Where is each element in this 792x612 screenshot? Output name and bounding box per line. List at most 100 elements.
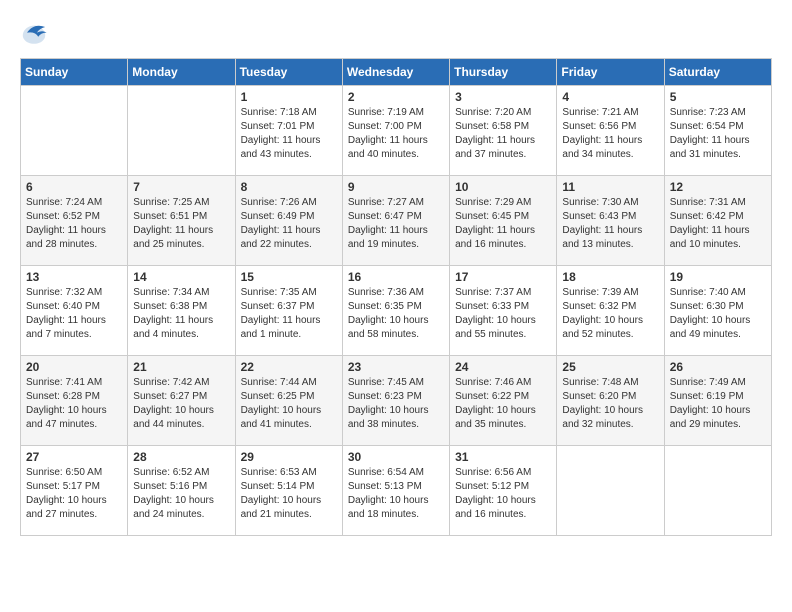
calendar-cell: 30 Sunrise: 6:54 AM Sunset: 5:13 PM Dayli… xyxy=(342,446,449,536)
day-number: 23 xyxy=(348,360,444,374)
week-row-1: 1 Sunrise: 7:18 AM Sunset: 7:01 PM Daylig… xyxy=(21,86,772,176)
day-number: 9 xyxy=(348,180,444,194)
day-content: Sunrise: 7:19 AM Sunset: 7:00 PM Dayligh… xyxy=(348,106,444,162)
calendar-cell: 3Sunrise: 7:20 AM Sunset: 6:58 PM Daylig… xyxy=(450,86,557,176)
day-number: 4 xyxy=(562,90,658,104)
day-number: 13 xyxy=(26,270,122,284)
calendar-cell: 31 Sunrise: 6:56 AM Sunset: 5:12 PM Dayli… xyxy=(450,446,557,536)
calendar-body: 1 Sunrise: 7:18 AM Sunset: 7:01 PM Daylig… xyxy=(21,86,772,536)
day-number: 14 xyxy=(133,270,229,284)
day-number: 10 xyxy=(455,180,551,194)
header-sunday: Sunday xyxy=(21,59,128,86)
page-header xyxy=(20,20,772,48)
day-number: 17 xyxy=(455,270,551,284)
calendar-cell: 18Sunrise: 7:39 AM Sunset: 6:32 PM Dayli… xyxy=(557,266,664,356)
day-content: Sunrise: 7:31 AM Sunset: 6:42 PM Dayligh… xyxy=(670,196,766,252)
calendar-cell: 15 Sunrise: 7:35 AM Sunset: 6:37 PM Dayli… xyxy=(235,266,342,356)
day-content: Sunrise: 7:49 AM Sunset: 6:19 PM Dayligh… xyxy=(670,376,766,432)
calendar-cell: 12 Sunrise: 7:31 AM Sunset: 6:42 PM Dayli… xyxy=(664,176,771,266)
calendar-cell: 21 Sunrise: 7:42 AM Sunset: 6:27 PM Dayli… xyxy=(128,356,235,446)
logo-icon xyxy=(20,20,48,48)
calendar-table: SundayMondayTuesdayWednesdayThursdayFrid… xyxy=(20,58,772,536)
day-number: 1 xyxy=(241,90,337,104)
day-content: Sunrise: 7:18 AM Sunset: 7:01 PM Dayligh… xyxy=(241,106,337,162)
header-monday: Monday xyxy=(128,59,235,86)
calendar-cell: 22 Sunrise: 7:44 AM Sunset: 6:25 PM Dayli… xyxy=(235,356,342,446)
day-number: 22 xyxy=(241,360,337,374)
day-content: Sunrise: 7:23 AM Sunset: 6:54 PM Dayligh… xyxy=(670,106,766,162)
day-content: Sunrise: 7:35 AM Sunset: 6:37 PM Dayligh… xyxy=(241,286,337,342)
day-content: Sunrise: 7:37 AM Sunset: 6:33 PM Dayligh… xyxy=(455,286,551,342)
day-number: 26 xyxy=(670,360,766,374)
calendar-cell: 23 Sunrise: 7:45 AM Sunset: 6:23 PM Dayli… xyxy=(342,356,449,446)
day-content: Sunrise: 7:32 AM Sunset: 6:40 PM Dayligh… xyxy=(26,286,122,342)
day-number: 7 xyxy=(133,180,229,194)
day-content: Sunrise: 6:56 AM Sunset: 5:12 PM Dayligh… xyxy=(455,466,551,522)
day-number: 30 xyxy=(348,450,444,464)
day-number: 19 xyxy=(670,270,766,284)
day-number: 24 xyxy=(455,360,551,374)
day-number: 2 xyxy=(348,90,444,104)
day-content: Sunrise: 6:50 AM Sunset: 5:17 PM Dayligh… xyxy=(26,466,122,522)
calendar-cell: 14Sunrise: 7:34 AM Sunset: 6:38 PM Dayli… xyxy=(128,266,235,356)
calendar-cell: 13 Sunrise: 7:32 AM Sunset: 6:40 PM Dayli… xyxy=(21,266,128,356)
day-content: Sunrise: 6:54 AM Sunset: 5:13 PM Dayligh… xyxy=(348,466,444,522)
week-row-5: 27 Sunrise: 6:50 AM Sunset: 5:17 PM Dayli… xyxy=(21,446,772,536)
day-content: Sunrise: 7:26 AM Sunset: 6:49 PM Dayligh… xyxy=(241,196,337,252)
day-number: 31 xyxy=(455,450,551,464)
calendar-cell: 19 Sunrise: 7:40 AM Sunset: 6:30 PM Dayli… xyxy=(664,266,771,356)
calendar-cell: 26 Sunrise: 7:49 AM Sunset: 6:19 PM Dayli… xyxy=(664,356,771,446)
calendar-cell xyxy=(21,86,128,176)
day-number: 11 xyxy=(562,180,658,194)
header-wednesday: Wednesday xyxy=(342,59,449,86)
day-number: 21 xyxy=(133,360,229,374)
day-number: 8 xyxy=(241,180,337,194)
calendar-cell: 17 Sunrise: 7:37 AM Sunset: 6:33 PM Dayli… xyxy=(450,266,557,356)
day-content: Sunrise: 7:30 AM Sunset: 6:43 PM Dayligh… xyxy=(562,196,658,252)
calendar-cell xyxy=(664,446,771,536)
day-number: 5 xyxy=(670,90,766,104)
day-number: 25 xyxy=(562,360,658,374)
header-saturday: Saturday xyxy=(664,59,771,86)
calendar-cell: 1 Sunrise: 7:18 AM Sunset: 7:01 PM Daylig… xyxy=(235,86,342,176)
day-content: Sunrise: 7:42 AM Sunset: 6:27 PM Dayligh… xyxy=(133,376,229,432)
calendar-cell: 28Sunrise: 6:52 AM Sunset: 5:16 PM Dayli… xyxy=(128,446,235,536)
day-content: Sunrise: 7:46 AM Sunset: 6:22 PM Dayligh… xyxy=(455,376,551,432)
day-content: Sunrise: 7:29 AM Sunset: 6:45 PM Dayligh… xyxy=(455,196,551,252)
calendar-cell: 27 Sunrise: 6:50 AM Sunset: 5:17 PM Dayli… xyxy=(21,446,128,536)
day-content: Sunrise: 6:52 AM Sunset: 5:16 PM Dayligh… xyxy=(133,466,229,522)
week-row-3: 13 Sunrise: 7:32 AM Sunset: 6:40 PM Dayli… xyxy=(21,266,772,356)
week-row-4: 20 Sunrise: 7:41 AM Sunset: 6:28 PM Dayli… xyxy=(21,356,772,446)
day-content: Sunrise: 7:21 AM Sunset: 6:56 PM Dayligh… xyxy=(562,106,658,162)
calendar-cell: 8 Sunrise: 7:26 AM Sunset: 6:49 PM Daylig… xyxy=(235,176,342,266)
calendar-cell: 11 Sunrise: 7:30 AM Sunset: 6:43 PM Dayli… xyxy=(557,176,664,266)
day-number: 12 xyxy=(670,180,766,194)
header-friday: Friday xyxy=(557,59,664,86)
day-number: 15 xyxy=(241,270,337,284)
calendar-cell: 4 Sunrise: 7:21 AM Sunset: 6:56 PM Daylig… xyxy=(557,86,664,176)
logo xyxy=(20,20,52,48)
day-content: Sunrise: 6:53 AM Sunset: 5:14 PM Dayligh… xyxy=(241,466,337,522)
calendar-header-row: SundayMondayTuesdayWednesdayThursdayFrid… xyxy=(21,59,772,86)
day-content: Sunrise: 7:27 AM Sunset: 6:47 PM Dayligh… xyxy=(348,196,444,252)
calendar-cell: 9 Sunrise: 7:27 AM Sunset: 6:47 PM Daylig… xyxy=(342,176,449,266)
calendar-cell xyxy=(557,446,664,536)
calendar-cell: 24 Sunrise: 7:46 AM Sunset: 6:22 PM Dayli… xyxy=(450,356,557,446)
day-content: Sunrise: 7:48 AM Sunset: 6:20 PM Dayligh… xyxy=(562,376,658,432)
day-number: 20 xyxy=(26,360,122,374)
day-content: Sunrise: 7:45 AM Sunset: 6:23 PM Dayligh… xyxy=(348,376,444,432)
calendar-cell: 20 Sunrise: 7:41 AM Sunset: 6:28 PM Dayli… xyxy=(21,356,128,446)
day-number: 18 xyxy=(562,270,658,284)
calendar-cell xyxy=(128,86,235,176)
day-content: Sunrise: 7:36 AM Sunset: 6:35 PM Dayligh… xyxy=(348,286,444,342)
day-content: Sunrise: 7:44 AM Sunset: 6:25 PM Dayligh… xyxy=(241,376,337,432)
header-tuesday: Tuesday xyxy=(235,59,342,86)
day-content: Sunrise: 7:20 AM Sunset: 6:58 PM Dayligh… xyxy=(455,106,551,162)
day-content: Sunrise: 7:41 AM Sunset: 6:28 PM Dayligh… xyxy=(26,376,122,432)
calendar-cell: 6Sunrise: 7:24 AM Sunset: 6:52 PM Daylig… xyxy=(21,176,128,266)
calendar-cell: 10 Sunrise: 7:29 AM Sunset: 6:45 PM Dayli… xyxy=(450,176,557,266)
day-number: 27 xyxy=(26,450,122,464)
header-thursday: Thursday xyxy=(450,59,557,86)
day-content: Sunrise: 7:40 AM Sunset: 6:30 PM Dayligh… xyxy=(670,286,766,342)
day-number: 16 xyxy=(348,270,444,284)
